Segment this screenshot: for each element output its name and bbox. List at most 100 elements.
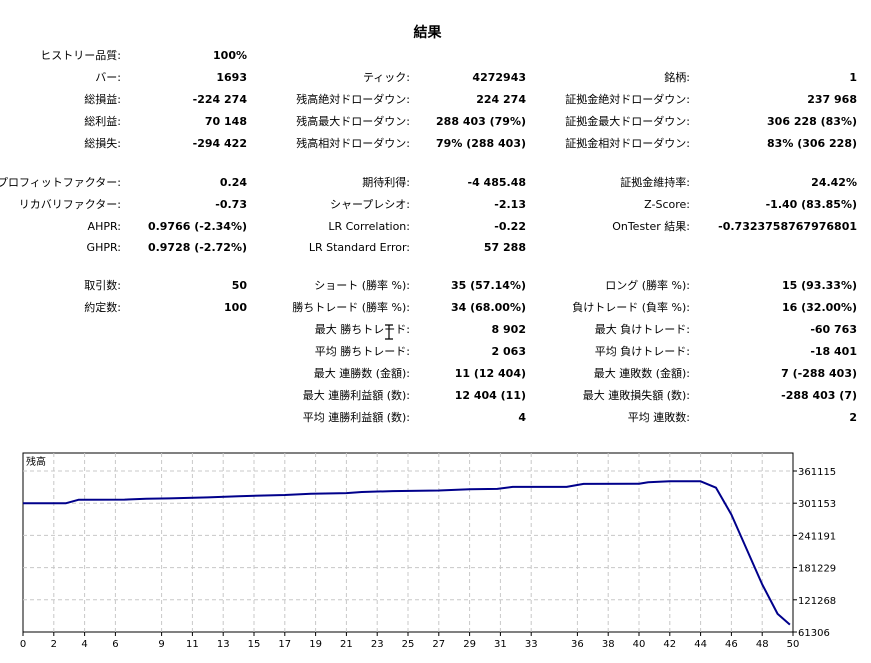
x-tick-label: 19 bbox=[309, 639, 322, 650]
stat-label: 約定数: bbox=[84, 301, 121, 314]
stat-label: 残高絶対ドローダウン: bbox=[296, 93, 410, 106]
x-tick-label: 23 bbox=[371, 639, 384, 650]
stat-value: -4 485.48 bbox=[467, 176, 527, 189]
stat-value: -60 763 bbox=[810, 323, 857, 336]
stat-value: 8 902 bbox=[491, 323, 526, 336]
stat-label: ロング (勝率 %): bbox=[605, 279, 690, 292]
stat-label: ティック: bbox=[362, 71, 410, 84]
stat-label: ショート (勝率 %): bbox=[314, 279, 410, 292]
stat-label: 証拠金相対ドローダウン: bbox=[565, 137, 690, 150]
stat-value: 34 (68.00%) bbox=[450, 301, 526, 314]
x-tick-label: 25 bbox=[402, 639, 415, 650]
stat-value: 100 bbox=[224, 301, 247, 314]
stat-value: -0.73 bbox=[215, 198, 247, 211]
stat-value: 16 (32.00%) bbox=[781, 301, 857, 314]
stat-value: -294 422 bbox=[192, 137, 247, 150]
stat-label: 期待利得: bbox=[362, 176, 410, 189]
report-title: 結果 bbox=[413, 25, 442, 41]
x-tick-label: 36 bbox=[571, 639, 584, 650]
x-tick-label: 29 bbox=[463, 639, 476, 650]
stat-label: 取引数: bbox=[84, 279, 121, 292]
x-tick-label: 4 bbox=[81, 639, 87, 650]
stat-value: 0.24 bbox=[219, 176, 247, 189]
stat-value: 100% bbox=[213, 49, 247, 62]
stat-value: 2 063 bbox=[491, 345, 526, 358]
stat-label: 平均 勝ちトレード: bbox=[314, 345, 410, 358]
stat-value: 4272943 bbox=[472, 71, 526, 84]
stat-value: 50 bbox=[231, 279, 247, 292]
stat-value: -18 401 bbox=[810, 345, 857, 358]
stat-label: 最大 連敗数 (金額): bbox=[593, 367, 690, 380]
stat-label: LR Standard Error: bbox=[308, 241, 410, 254]
stat-label: 平均 連敗数: bbox=[627, 411, 690, 424]
stat-label: プロフィットファクター: bbox=[0, 176, 121, 189]
stat-value: 79% (288 403) bbox=[436, 137, 526, 150]
stat-value: -1.40 (83.85%) bbox=[765, 198, 857, 211]
stat-label: 証拠金維持率: bbox=[620, 176, 690, 189]
stat-value: 70 148 bbox=[204, 115, 247, 128]
stat-label: Z-Score: bbox=[644, 198, 690, 211]
stat-value: 11 (12 404) bbox=[454, 367, 526, 380]
stat-value: 0.9728 (-2.72%) bbox=[147, 241, 247, 254]
stat-value: -288 403 (7) bbox=[781, 389, 857, 402]
x-tick-label: 6 bbox=[112, 639, 118, 650]
stat-label: バー: bbox=[95, 71, 121, 84]
stat-label: OnTester 結果: bbox=[612, 220, 690, 233]
stat-value: 4 bbox=[518, 411, 526, 424]
stat-label: GHPR: bbox=[86, 241, 121, 254]
x-tick-label: 9 bbox=[158, 639, 164, 650]
stat-label: 残高相対ドローダウン: bbox=[296, 137, 410, 150]
x-tick-label: 44 bbox=[694, 639, 707, 650]
stat-label: 総損益: bbox=[84, 93, 121, 106]
text-cursor-icon bbox=[385, 324, 393, 340]
y-tick-label: 181229 bbox=[798, 564, 836, 575]
stat-value: 12 404 (11) bbox=[454, 389, 526, 402]
stat-label: 証拠金最大ドローダウン: bbox=[565, 115, 690, 128]
x-tick-label: 33 bbox=[525, 639, 538, 650]
stat-value: 2 bbox=[849, 411, 857, 424]
x-tick-label: 40 bbox=[633, 639, 646, 650]
stat-value: 15 (93.33%) bbox=[781, 279, 857, 292]
y-tick-label: 301153 bbox=[798, 499, 836, 510]
stat-value: -2.13 bbox=[494, 198, 526, 211]
stat-label: 勝ちトレード (勝率 %): bbox=[292, 301, 410, 314]
stat-label: 残高最大ドローダウン: bbox=[296, 115, 410, 128]
x-tick-label: 46 bbox=[725, 639, 738, 650]
stat-label: 最大 連勝利益額 (数): bbox=[302, 389, 410, 402]
stat-label: 総利益: bbox=[84, 115, 121, 128]
stat-label: 最大 連勝数 (金額): bbox=[313, 367, 410, 380]
stat-label: 平均 連勝利益額 (数): bbox=[302, 411, 410, 424]
stat-label: AHPR: bbox=[87, 220, 121, 233]
stat-value: 1 bbox=[849, 71, 857, 84]
plot-area bbox=[22, 452, 794, 633]
stat-label: 負けトレード (負率 %): bbox=[572, 301, 690, 314]
stat-label: 平均 負けトレード: bbox=[594, 345, 690, 358]
x-tick-label: 0 bbox=[20, 639, 26, 650]
stat-value: 237 968 bbox=[807, 93, 857, 106]
x-tick-label: 42 bbox=[663, 639, 676, 650]
x-tick-label: 11 bbox=[186, 639, 199, 650]
x-tick-label: 27 bbox=[432, 639, 445, 650]
x-tick-label: 31 bbox=[494, 639, 507, 650]
stat-value: -0.7323758767976801 bbox=[718, 220, 857, 233]
x-tick-label: 50 bbox=[787, 639, 800, 650]
x-tick-label: 15 bbox=[248, 639, 261, 650]
stat-label: 銘柄: bbox=[664, 71, 690, 84]
x-tick-label: 21 bbox=[340, 639, 353, 650]
y-tick-label: 61306 bbox=[798, 628, 830, 639]
chart-title: 残高 bbox=[26, 455, 46, 468]
stat-value: 24.42% bbox=[811, 176, 857, 189]
stat-value: -0.22 bbox=[494, 220, 526, 233]
stat-label: 証拠金絶対ドローダウン: bbox=[565, 93, 690, 106]
stat-value: -224 274 bbox=[192, 93, 247, 106]
stat-label: 総損失: bbox=[84, 137, 121, 150]
x-tick-label: 17 bbox=[278, 639, 291, 650]
y-tick-label: 241191 bbox=[798, 531, 836, 542]
stat-value: 288 403 (79%) bbox=[436, 115, 526, 128]
x-tick-label: 2 bbox=[51, 639, 57, 650]
x-tick-label: 38 bbox=[602, 639, 615, 650]
stat-label: シャープレシオ: bbox=[329, 198, 410, 211]
stat-label: 最大 負けトレード: bbox=[594, 323, 690, 336]
balance-chart: 361115301153241191181229121268613060 2 4 6 9… bbox=[20, 452, 836, 650]
y-tick-label: 121268 bbox=[798, 596, 836, 607]
